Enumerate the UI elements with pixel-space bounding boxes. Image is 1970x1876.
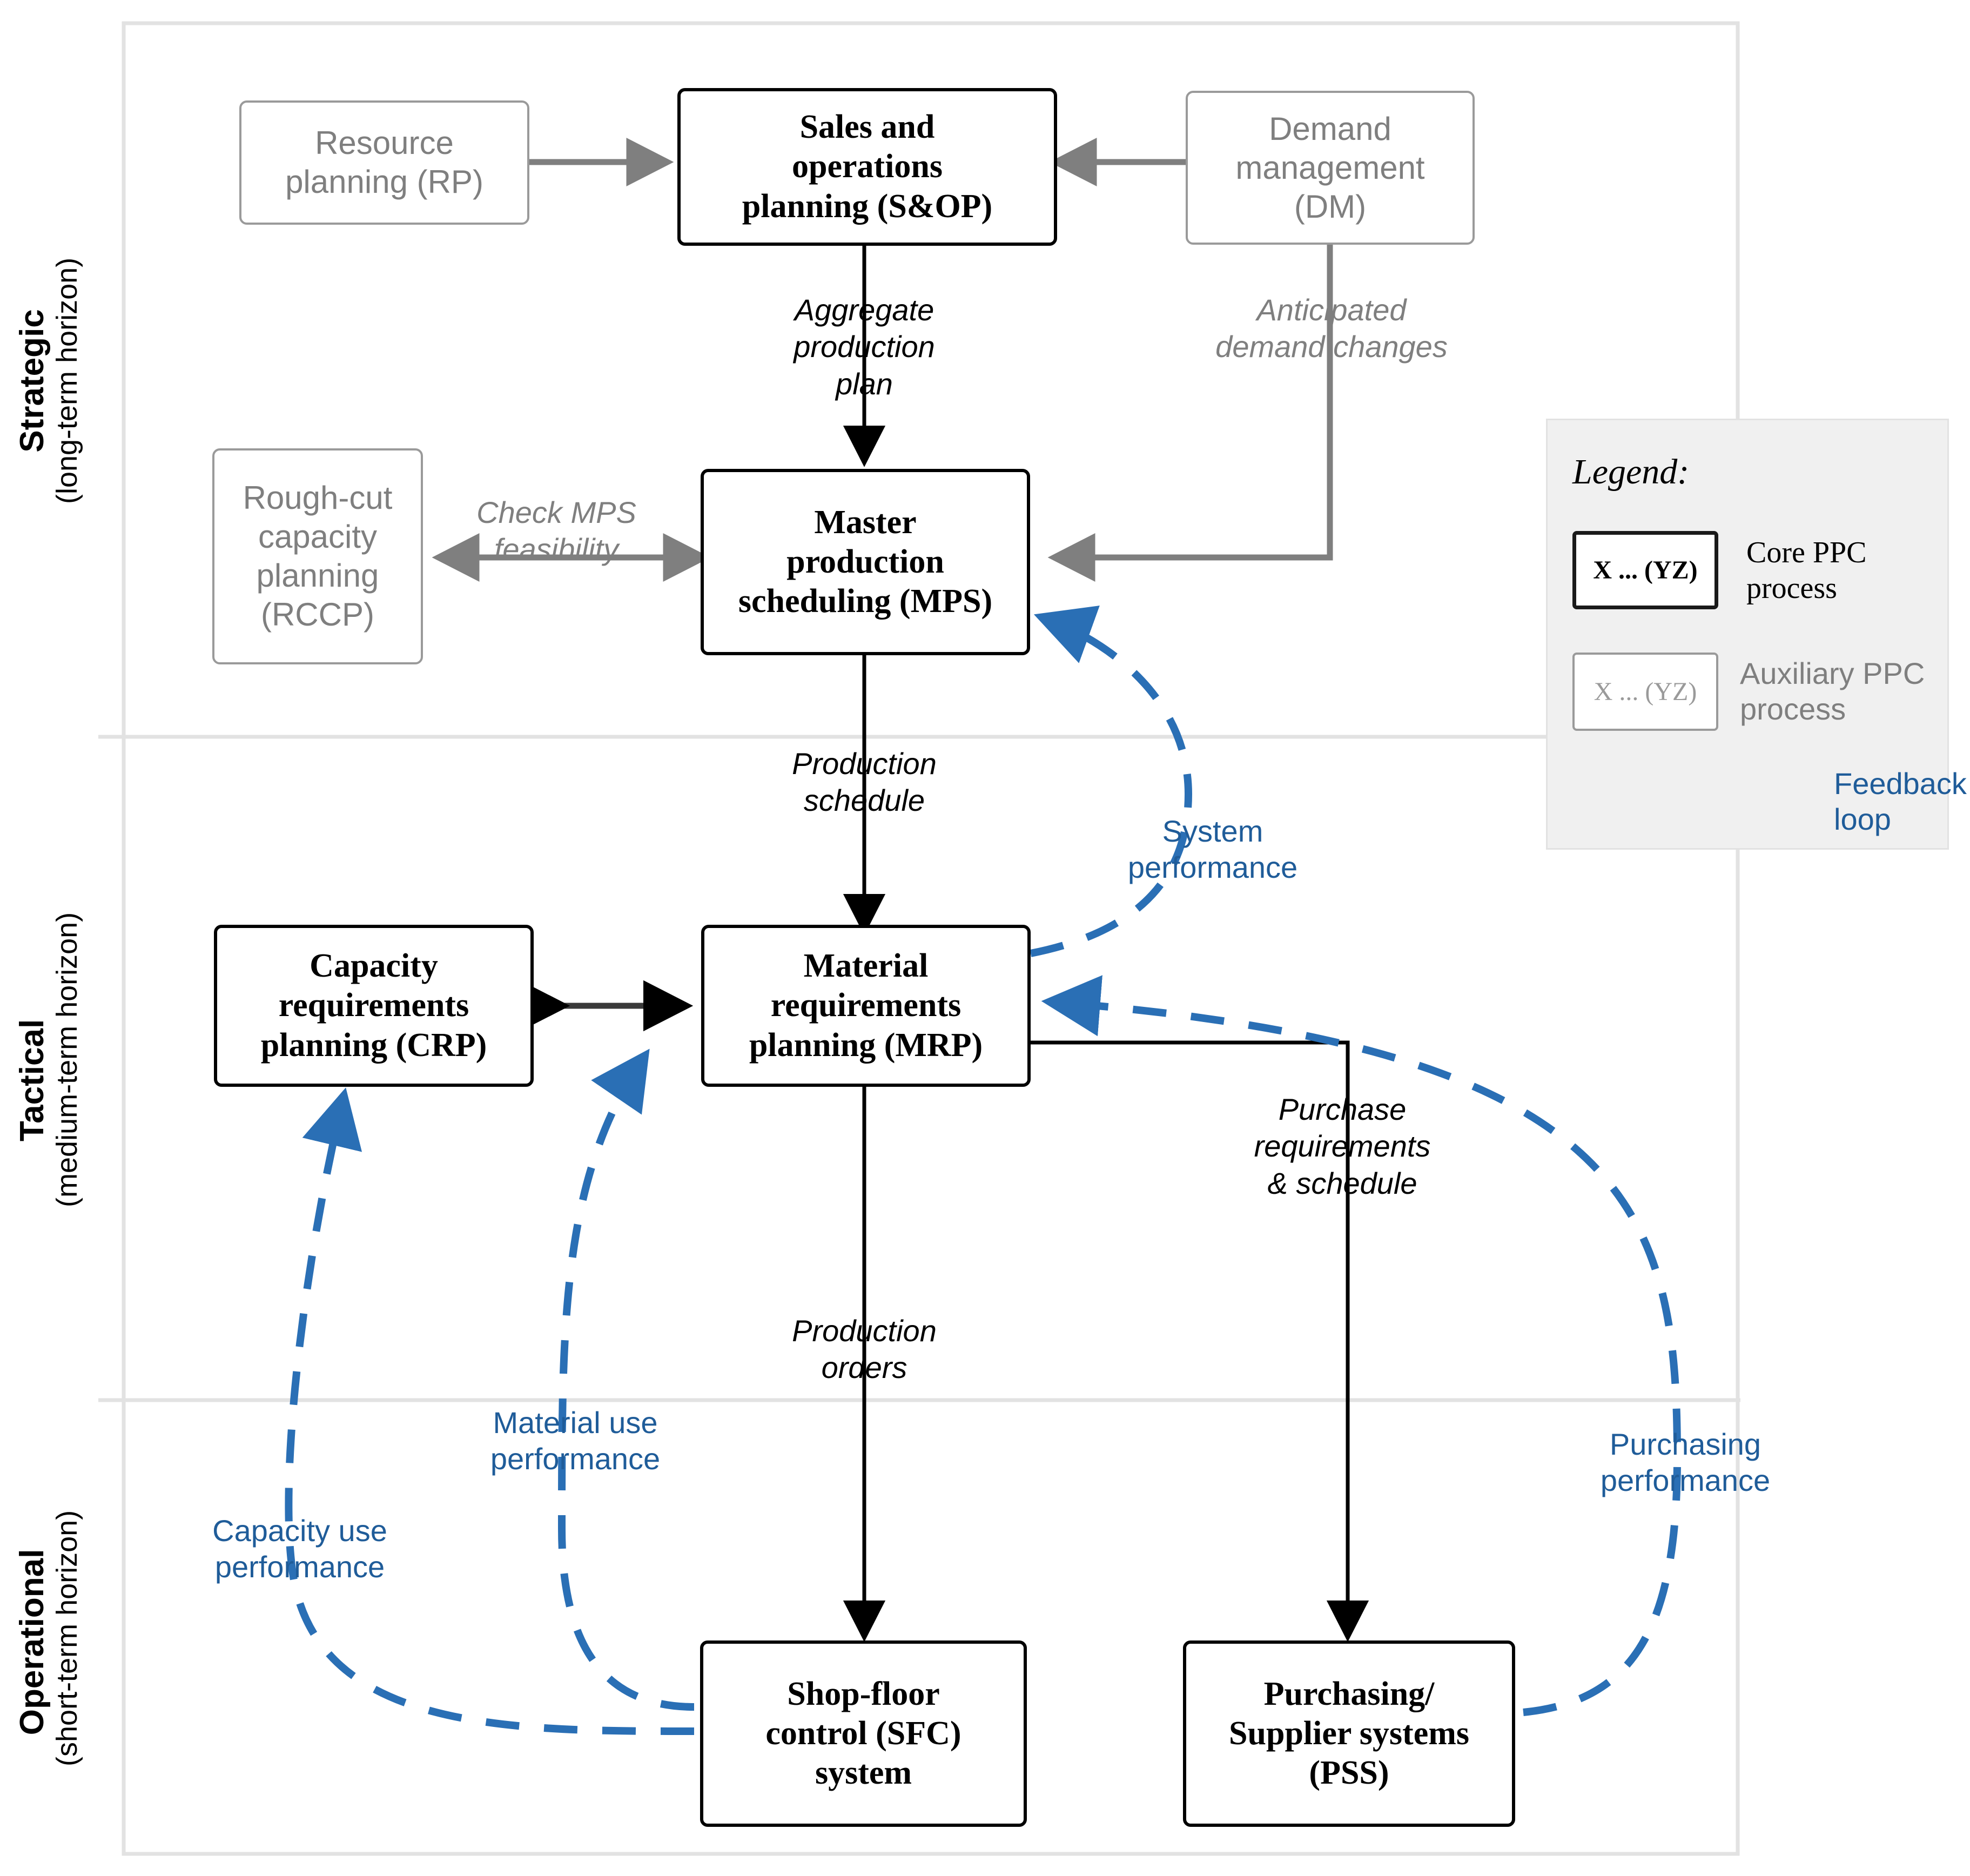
feedback-sfc-to-mrp — [557, 1048, 695, 1711]
flow-label-production-orders: Production orders — [708, 1313, 1021, 1387]
node-sop-line-1: Sales and — [799, 109, 935, 146]
flow-prs-line-3: & schedule — [1267, 1166, 1417, 1200]
node-demand-management[interactable]: Demand management (DM) — [1186, 91, 1475, 245]
horizon-label-operational: Operational (short-term horizon) — [14, 1510, 84, 1766]
flow-adc-line-2: demand changes — [1215, 330, 1448, 364]
horizon-subtitle-strategic: (long-term horizon) — [51, 257, 84, 505]
legend-panel: Legend: X ... (YZ) Core PPC process X ..… — [1546, 419, 1967, 850]
node-mps-line-2: production — [786, 543, 944, 580]
node-sfc-line-3: system — [815, 1754, 912, 1792]
horizon-title-operational: Operational — [14, 1549, 51, 1736]
feedback-label-material-use-performance: Material use performance — [440, 1404, 710, 1477]
fb-capuse-line-2: performance — [214, 1550, 385, 1584]
node-mps-line-1: Master — [814, 503, 917, 541]
legend-auxiliary-process-swatch: X ... (YZ) — [1572, 653, 1718, 731]
node-mrp-line-3: planning (MRP) — [749, 1026, 983, 1064]
flow-label-purchase-requirements-schedule: Purchase requirements & schedule — [1188, 1091, 1496, 1202]
fb-matuse-line-2: performance — [490, 1442, 661, 1476]
legend-core-process-swatch: X ... (YZ) — [1572, 531, 1718, 609]
flow-ps-line-2: schedule — [803, 783, 925, 818]
flow-adc-line-1: Anticipated — [1256, 293, 1407, 327]
legend-core-sample-text: X ... (YZ) — [1593, 556, 1698, 584]
node-rccp-line-1: Rough-cut — [243, 480, 393, 516]
legend-aux-sample-text: X ... (YZ) — [1594, 677, 1697, 706]
node-dm-line-3: (DM) — [1294, 188, 1367, 225]
flow-apl-line-1: Aggregate — [794, 293, 934, 327]
node-capacity-requirements-planning[interactable]: Capacity requirements planning (CRP) — [214, 925, 534, 1087]
feedback-label-capacity-use-performance: Capacity use performance — [165, 1512, 435, 1585]
legend-feedback-loop-label: Feedback loop — [1834, 766, 1967, 837]
node-sop-line-2: operations — [792, 148, 943, 185]
fb-sysperf-line-1: System — [1162, 814, 1263, 848]
flow-label-aggregate-production-plan: Aggregate production plan — [708, 292, 1021, 402]
node-shop-floor-control-system[interactable]: Shop-floor control (SFC) system — [700, 1640, 1027, 1827]
node-rccp-line-2: capacity — [258, 519, 378, 555]
fb-matuse-line-1: Material use — [493, 1406, 658, 1440]
node-purchasing-supplier-systems[interactable]: Purchasing/ Supplier systems (PSS) — [1183, 1640, 1515, 1827]
node-material-requirements-planning[interactable]: Material requirements planning (MRP) — [701, 925, 1031, 1087]
node-pss-line-1: Purchasing/ — [1263, 1675, 1435, 1712]
legend-auxiliary-process-label: Auxiliary PPC process — [1740, 656, 1925, 727]
horizon-subtitle-operational: (short-term horizon) — [51, 1510, 84, 1766]
legend-core-process-label: Core PPC process — [1746, 536, 1867, 606]
feedback-label-purchasing-performance: Purchasing performance — [1550, 1426, 1820, 1498]
fb-purchperf-line-2: performance — [1600, 1463, 1771, 1498]
node-mrp-line-2: requirements — [770, 987, 962, 1024]
flow-cmf-line-1: Check MPS — [476, 495, 636, 529]
flow-prs-line-2: requirements — [1254, 1129, 1431, 1164]
node-pss-line-3: (PSS) — [1309, 1754, 1389, 1792]
feedback-mrp-to-mps — [1030, 606, 1193, 957]
feedback-label-system-performance: System performance — [1072, 813, 1353, 885]
horizon-title-strategic: Strategic — [14, 309, 51, 453]
flow-po-line-1: Production — [792, 1314, 937, 1348]
node-crp-line-1: Capacity — [310, 947, 438, 985]
flow-label-anticipated-demand-changes: Anticipated demand changes — [1167, 292, 1496, 366]
node-crp-line-2: requirements — [278, 987, 469, 1024]
flow-ps-line-1: Production — [792, 747, 937, 781]
fb-sysperf-line-2: performance — [1127, 850, 1298, 885]
node-master-production-scheduling[interactable]: Master production scheduling (MPS) — [701, 469, 1030, 655]
node-dm-line-1: Demand — [1269, 110, 1391, 147]
flow-apl-line-2: production — [794, 330, 935, 364]
node-sales-operations-planning[interactable]: Sales and operations planning (S&OP) — [677, 88, 1057, 246]
node-dm-line-2: management — [1235, 149, 1425, 186]
node-pss-line-2: Supplier systems — [1229, 1714, 1469, 1752]
node-sfc-line-2: control (SFC) — [765, 1714, 962, 1752]
node-rough-cut-capacity-planning[interactable]: Rough-cut capacity planning (RCCP) — [212, 448, 423, 664]
node-crp-line-3: planning (CRP) — [260, 1026, 487, 1064]
fb-capuse-line-1: Capacity use — [212, 1514, 387, 1548]
node-rp-line-1: Resource — [315, 125, 454, 161]
fb-purchperf-line-1: Purchasing — [1609, 1427, 1761, 1461]
flow-prs-line-1: Purchase — [1278, 1092, 1407, 1126]
node-sfc-line-1: Shop-floor — [787, 1675, 940, 1712]
horizon-label-tactical: Tactical (medium-term horizon) — [14, 912, 84, 1207]
flow-label-check-mps-feasibility: Check MPS feasibility — [454, 494, 659, 568]
node-mps-line-3: scheduling (MPS) — [738, 583, 993, 620]
node-resource-planning[interactable]: Resource planning (RP) — [239, 100, 529, 225]
node-mrp-line-1: Material — [803, 947, 929, 985]
flow-apl-line-3: plan — [836, 366, 893, 401]
horizon-title-tactical: Tactical — [14, 1019, 51, 1142]
flow-label-production-schedule: Production schedule — [708, 745, 1021, 819]
node-sop-line-3: planning (S&OP) — [742, 187, 993, 225]
diagram-canvas: Strategic (long-term horizon) Tactical (… — [0, 0, 1970, 1876]
legend-title: Legend: — [1572, 452, 1690, 492]
horizon-subtitle-tactical: (medium-term horizon) — [51, 912, 84, 1207]
horizon-label-strategic: Strategic (long-term horizon) — [14, 257, 84, 505]
node-rccp-line-4: (RCCP) — [261, 596, 374, 633]
node-rccp-line-3: planning — [256, 557, 379, 594]
connector-dm-to-mps — [1047, 244, 1333, 582]
flow-cmf-line-2: feasibility — [494, 532, 619, 567]
flow-po-line-2: orders — [821, 1350, 907, 1385]
node-rp-line-2: planning (RP) — [285, 164, 483, 200]
